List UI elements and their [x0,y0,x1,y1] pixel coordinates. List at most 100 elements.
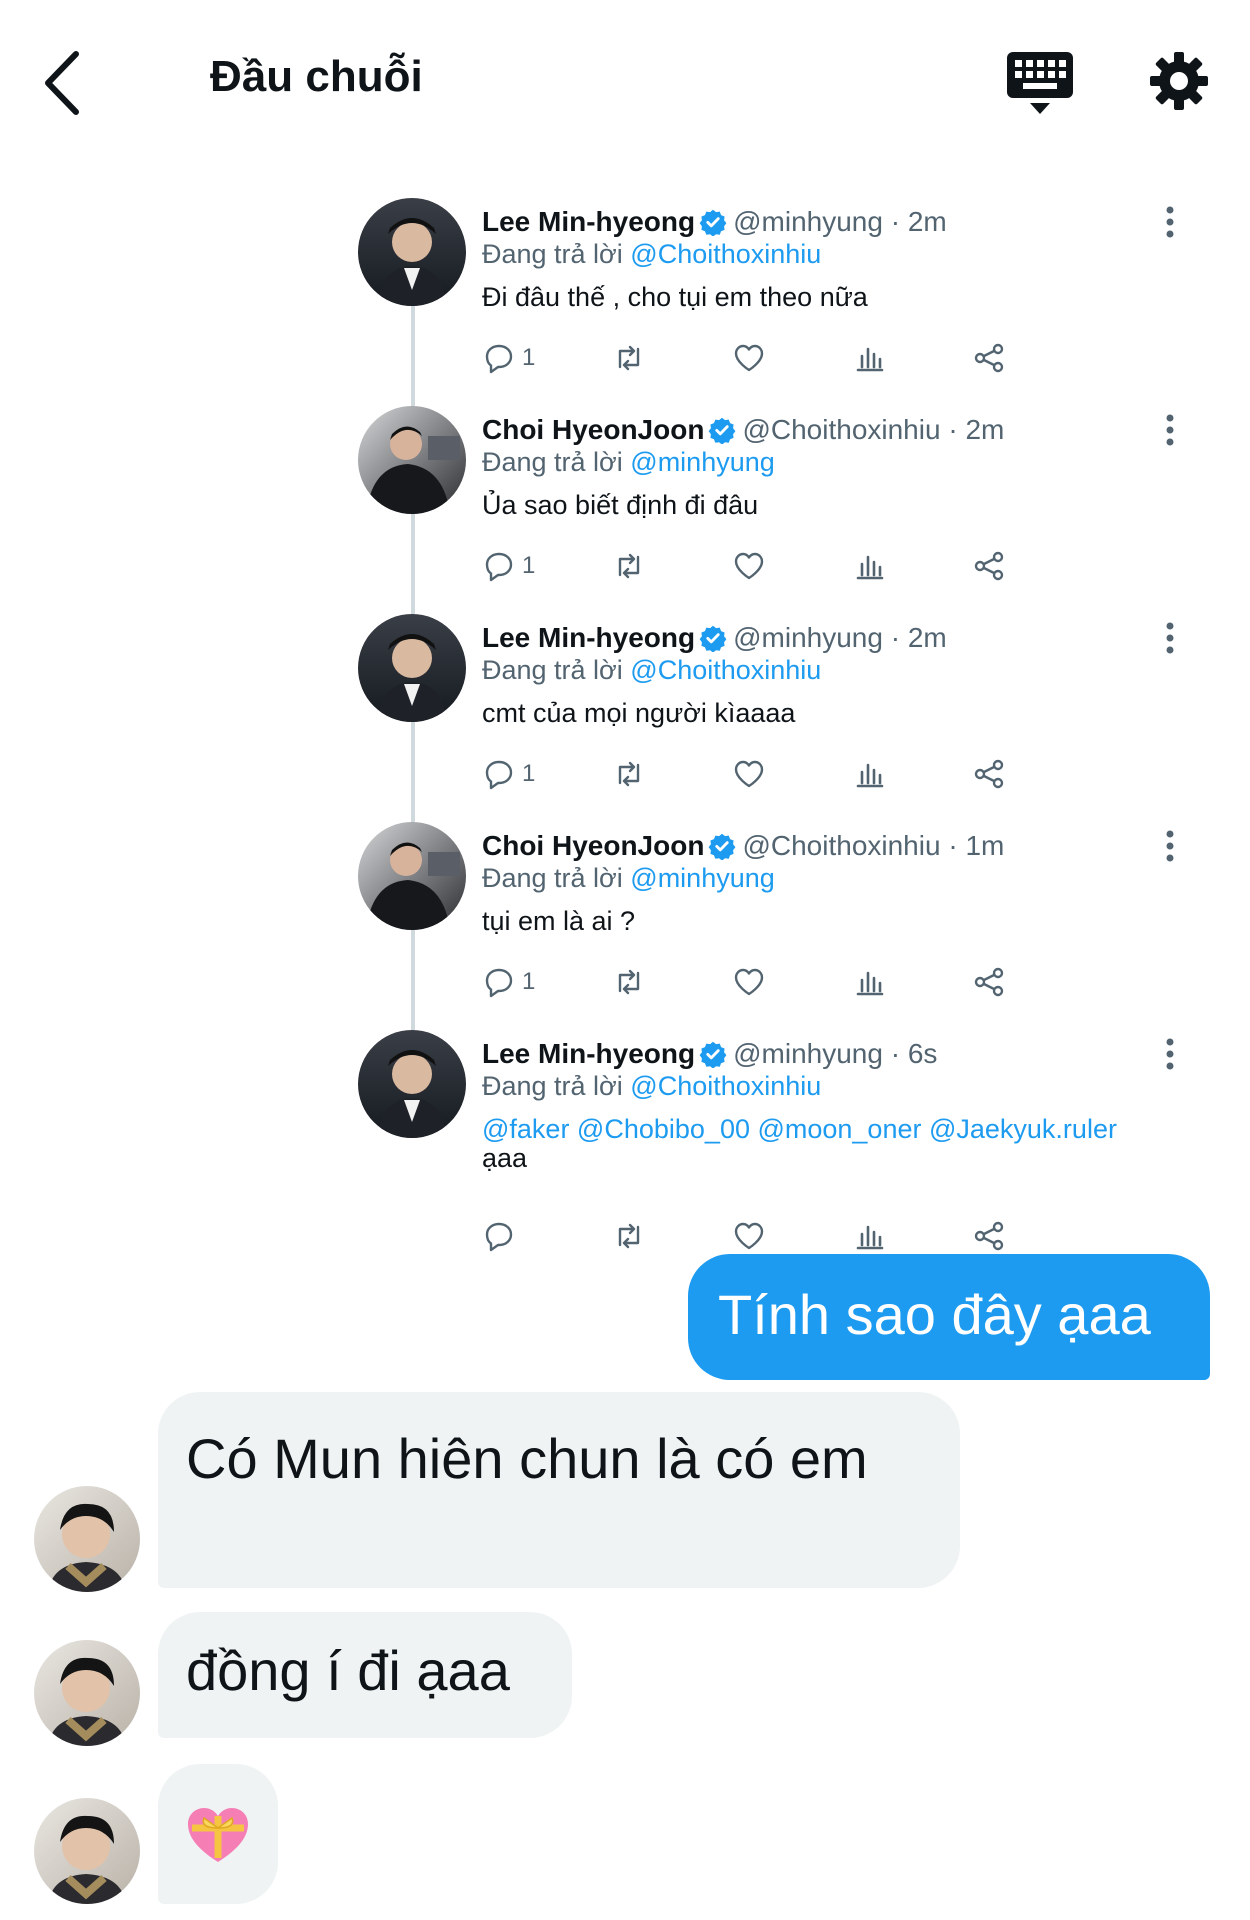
like-button[interactable] [732,1216,766,1256]
retweet-button[interactable] [612,546,646,586]
replying-to-mention[interactable]: @Choithoxinhiu [630,655,821,685]
tweet[interactable]: Lee Min-hyeong @minhyung · 2m Đang trả lờ… [0,190,1250,400]
retweet-icon [618,345,640,371]
heart-icon [734,552,764,580]
verified-badge-icon [699,1041,727,1068]
replying-to-mention[interactable]: @minhyung [630,447,774,477]
reply-count: 1 [522,968,536,995]
like-button[interactable] [732,754,766,794]
avatar[interactable] [34,1640,140,1746]
page-title: Đầu chuỗi [210,52,423,101]
reply-button[interactable]: 1 [482,338,535,378]
tweet-text: Đi đâu thế , cho tụi em theo nữa [482,282,868,312]
tweet-header: Lee Min-hyeong @minhyung · 6s [482,1038,937,1070]
tweet-timestamp[interactable]: 1m [965,830,1004,861]
tweet[interactable]: Choi HyeonJoon @Choithoxinhiu · 1m Đang t… [0,814,1250,1024]
author-handle[interactable]: @minhyung [733,206,883,237]
tweet-mentions[interactable]: @faker @Chobibo_00 @moon_oner @Jaekyuk.r… [482,1114,1117,1145]
share-button[interactable] [972,1216,1006,1256]
gear-icon [1150,52,1208,110]
more-options-button[interactable] [1155,1034,1185,1078]
more-options-button[interactable] [1155,202,1185,246]
more-options-button[interactable] [1155,410,1185,454]
share-button[interactable] [972,546,1006,586]
author-handle[interactable]: @minhyung [733,622,883,653]
author-name[interactable]: Lee Min-hyeong [482,1038,695,1069]
author-handle[interactable]: @Choithoxinhiu [742,830,940,861]
analytics-button[interactable] [852,338,886,378]
tweet-text: tụi em là ai ? [482,906,636,936]
tweet-actions: 1 [482,338,1122,378]
reply-count: 1 [522,552,536,579]
verified-badge-icon [699,625,727,652]
tweet-header: Choi HyeonJoon @Choithoxinhiu · 2m [482,414,1004,446]
retweet-button[interactable] [612,962,646,1002]
avatar[interactable] [358,822,466,930]
retweet-button[interactable] [612,338,646,378]
reply-button[interactable]: 1 [482,962,535,1002]
replying-to-mention[interactable]: @Choithoxinhiu [630,1071,821,1101]
tweet[interactable]: Choi HyeonJoon @Choithoxinhiu · 2m Đang t… [0,398,1250,608]
settings-button[interactable] [1148,50,1210,112]
tweet-timestamp[interactable]: 2m [908,622,947,653]
tweet-timestamp[interactable]: 2m [965,414,1004,445]
retweet-button[interactable] [612,754,646,794]
avatar[interactable] [358,1030,466,1138]
author-name[interactable]: Choi HyeonJoon [482,414,704,445]
keyboard-button[interactable] [1005,50,1075,116]
retweet-icon [618,553,640,579]
reply-button[interactable]: 1 [482,546,535,586]
tweet-timestamp[interactable]: 2m [908,206,947,237]
avatar[interactable] [358,406,466,514]
reply-button[interactable] [482,1216,522,1256]
reply-button[interactable]: 1 [482,754,535,794]
like-button[interactable] [732,962,766,1002]
separator-dot: · [890,1038,901,1069]
author-handle[interactable]: @minhyung [733,1038,883,1069]
analytics-button[interactable] [852,1216,886,1256]
share-button[interactable] [972,338,1006,378]
retweet-icon [618,1223,640,1249]
tweet[interactable]: Lee Min-hyeong @minhyung · 6s Đang trả lờ… [0,1022,1250,1252]
replying-to-mention[interactable]: @Choithoxinhiu [630,239,821,269]
replying-to-mention[interactable]: @minhyung [630,863,774,893]
replying-to: Đang trả lời @Choithoxinhiu [482,1071,821,1102]
more-vertical-icon [1166,830,1174,862]
incoming-message[interactable]: Có Mun hiên chun là có em [158,1392,960,1588]
tweet[interactable]: Lee Min-hyeong @minhyung · 2m Đang trả lờ… [0,606,1250,816]
analytics-icon [856,971,884,996]
author-name[interactable]: Lee Min-hyeong [482,206,695,237]
more-options-button[interactable] [1155,826,1185,870]
incoming-message[interactable]: đồng í đi ạaa [158,1612,572,1738]
retweet-button[interactable] [612,1216,646,1256]
back-button[interactable] [40,48,90,118]
retweet-icon [618,761,640,787]
header-bar: Đầu chuỗi [0,0,1250,160]
replying-to-label: Đang trả lời [482,447,623,477]
share-button[interactable] [972,962,1006,1002]
analytics-button[interactable] [852,754,886,794]
chevron-left-icon [45,51,79,115]
tweet-timestamp[interactable]: 6s [908,1038,938,1069]
author-handle[interactable]: @Choithoxinhiu [742,414,940,445]
like-button[interactable] [732,546,766,586]
avatar[interactable] [358,198,466,306]
author-name[interactable]: Lee Min-hyeong [482,622,695,653]
share-icon [974,343,1004,373]
share-button[interactable] [972,754,1006,794]
more-vertical-icon [1166,1038,1174,1070]
more-options-button[interactable] [1155,618,1185,662]
author-name[interactable]: Choi HyeonJoon [482,830,704,861]
like-button[interactable] [732,338,766,378]
avatar[interactable] [34,1798,140,1904]
incoming-message-emoji[interactable] [158,1764,278,1904]
heart-icon [734,760,764,788]
reply-icon [485,760,513,790]
outgoing-message[interactable]: Tính sao đây ạaa [688,1254,1210,1380]
analytics-button[interactable] [852,546,886,586]
avatar[interactable] [34,1486,140,1592]
analytics-icon [856,763,884,788]
avatar[interactable] [358,614,466,722]
analytics-button[interactable] [852,962,886,1002]
replying-to-label: Đang trả lời [482,1071,623,1101]
